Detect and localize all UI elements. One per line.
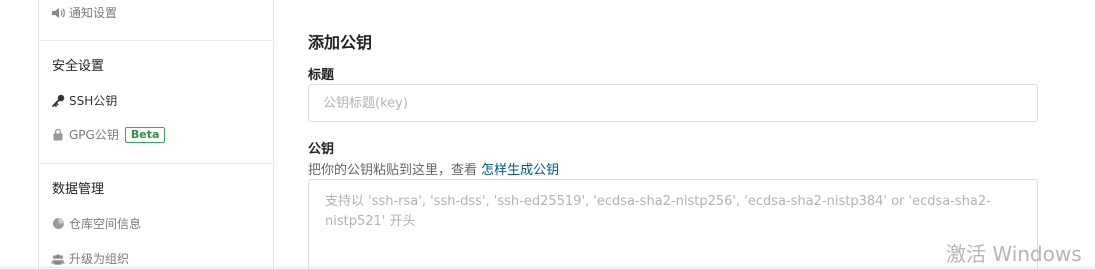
key-title-input[interactable] (308, 84, 1038, 122)
sidebar-item-notifications[interactable]: 通知设置 (51, 4, 117, 21)
how-to-generate-key-link[interactable]: 怎样生成公钥 (481, 163, 559, 178)
key-field-label: 公钥 (308, 142, 335, 157)
page-title: 添加公钥 (308, 33, 373, 52)
sidebar-item-ssh-keys[interactable]: SSH公钥 (51, 92, 117, 109)
sidebar-item-label: 升级为组织 (69, 252, 130, 266)
key-hint: 把你的公钥粘贴到这里，查看 怎样生成公钥 (308, 159, 559, 178)
sidebar-item-gpg-keys[interactable]: GPG公钥 Beta (51, 126, 166, 143)
sidebar-item-label: 通知设置 (69, 6, 118, 20)
lock-icon (51, 128, 65, 142)
speaker-icon (51, 6, 65, 20)
sidebar-divider (39, 40, 275, 41)
public-key-textarea[interactable] (308, 179, 1038, 269)
section-title-security: 安全设置 (52, 59, 105, 74)
section-title-data: 数据管理 (52, 182, 105, 197)
sidebar-divider (39, 163, 275, 164)
settings-sidebar: 通知设置 安全设置 SSH公钥 GPG公钥 Beta 数据管理 仓库空间信息 升… (38, 0, 275, 269)
sidebar-item-label: 仓库空间信息 (69, 217, 142, 231)
beta-badge: Beta (124, 126, 166, 143)
sidebar-item-repo-space[interactable]: 仓库空间信息 (51, 215, 141, 232)
sidebar-item-upgrade-org[interactable]: 升级为组织 (51, 250, 129, 267)
sidebar-item-label: GPG公钥 (69, 128, 119, 142)
key-icon (51, 94, 65, 108)
bottom-divider (0, 267, 1095, 268)
key-hint-text: 把你的公钥粘贴到这里，查看 (308, 163, 482, 178)
activate-windows-watermark: 激活 Windows (946, 242, 1082, 266)
title-field-label: 标题 (308, 68, 335, 83)
add-key-form: 添加公钥 标题 公钥 把你的公钥粘贴到这里，查看 怎样生成公钥 (308, 0, 1038, 269)
users-icon (51, 252, 65, 266)
pie-chart-icon (51, 217, 65, 231)
sidebar-item-label: SSH公钥 (69, 94, 118, 108)
